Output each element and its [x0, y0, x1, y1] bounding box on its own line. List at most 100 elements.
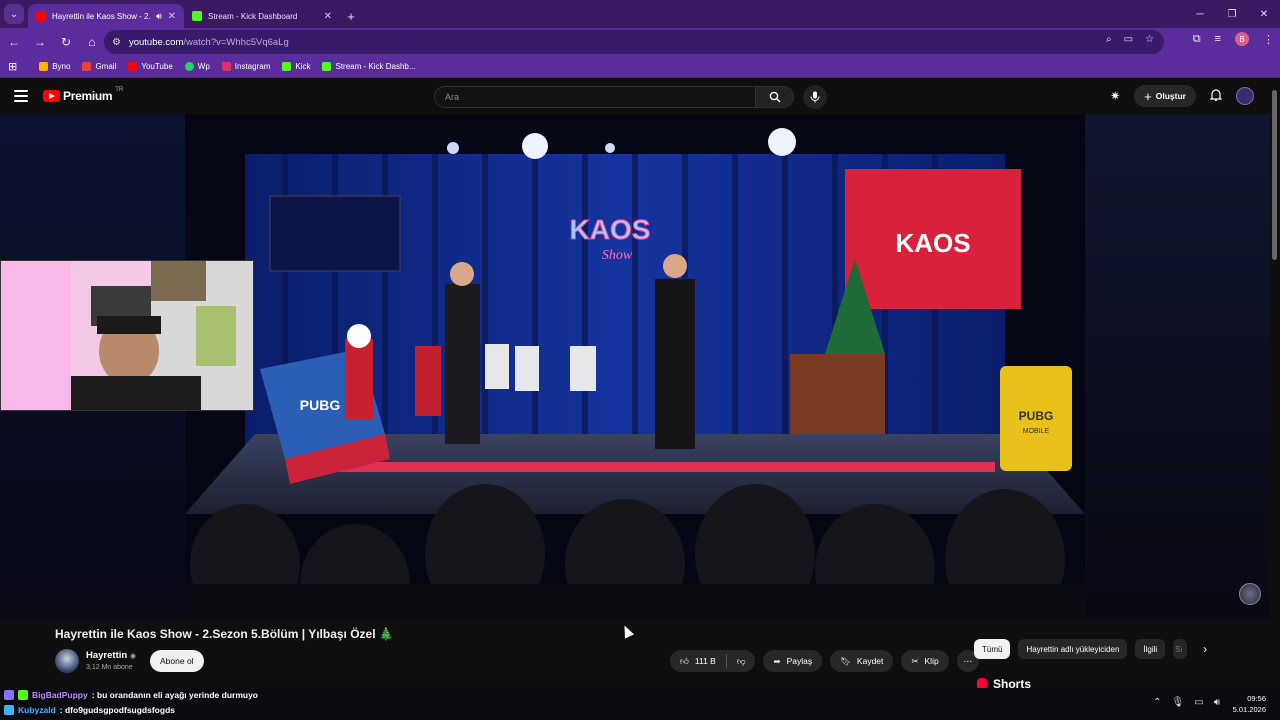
browser-toolbar: ← → ↻ ⌂ ⚙ youtube.com/watch?v=Whhc5Vq6aL…	[0, 28, 1280, 56]
browser-tab-bar: ⌄ Hayrettin ile Kaos Show - 2. 🔊︎ ✕ Stre…	[0, 0, 1280, 28]
forward-icon[interactable]: →	[28, 30, 52, 54]
bookmark-youtube[interactable]: YouTube	[128, 62, 173, 71]
channel-name-text: Hayrettin	[86, 650, 128, 661]
chip-all[interactable]: Tümü	[974, 639, 1011, 659]
chip-from-uploader[interactable]: Hayrettin adlı yükleyiciden	[1018, 639, 1128, 659]
close-tab-icon[interactable]: ✕	[168, 11, 176, 22]
url-path: /watch?v=Whhc5Vq6aLg	[183, 36, 289, 48]
minimize-icon[interactable]: ─	[1184, 0, 1216, 28]
bookmark-byno[interactable]: Byno	[39, 62, 70, 71]
clip-button[interactable]: ✂ Klip	[901, 650, 949, 672]
share-label: Paylaş	[786, 656, 813, 666]
tab-title: Stream - Kick Dashboard	[208, 11, 298, 21]
chip-truncated[interactable]: Sı	[1173, 639, 1188, 659]
bookmark-label: Instagram	[234, 62, 271, 71]
bookmark-wp[interactable]: Wp	[184, 62, 210, 71]
chat-message: BigBadPuppy : bu orandanın eli ayağı yer…	[4, 690, 258, 700]
site-info-icon[interactable]: ⚙	[112, 37, 121, 48]
chat-badge-icon	[18, 690, 28, 700]
pubg-barrel-text: PUBG	[1019, 409, 1054, 423]
sparkle-icon[interactable]: ✷	[1110, 89, 1120, 103]
window-controls: ─ ❐ ✕	[1184, 0, 1280, 28]
whatsapp-icon	[184, 62, 194, 71]
related-filter-chips: Tümü Hayrettin adlı yükleyiciden İlgili …	[974, 639, 1207, 659]
kaos-board-sign: KAOS	[895, 228, 970, 258]
account-avatar[interactable]	[1236, 87, 1254, 105]
scrollbar-thumb[interactable]	[1272, 90, 1277, 260]
profile-avatar[interactable]: B	[1235, 32, 1249, 46]
save-button[interactable]: 🔖︎ Kaydet	[830, 650, 894, 672]
address-bar[interactable]: ⚙ youtube.com/watch?v=Whhc5Vq6aLg ⌕ ▭ ☆	[104, 30, 1164, 54]
home-icon[interactable]: ⌂	[80, 30, 104, 54]
bookmark-label: Byno	[52, 62, 71, 71]
volume-icon[interactable]: 🔊︎	[1214, 697, 1220, 708]
back-icon[interactable]: ←	[2, 30, 26, 54]
channel-watermark-icon[interactable]	[1239, 583, 1261, 605]
close-window-icon[interactable]: ✕	[1248, 0, 1280, 28]
kaos-neon-sign: KAOS	[570, 214, 651, 245]
search-icon[interactable]	[756, 86, 794, 108]
bookmark-star-icon[interactable]: ☆	[1145, 34, 1154, 45]
cast-icon[interactable]: ▭	[1124, 34, 1133, 45]
media-controls-icon[interactable]: ≡	[1215, 33, 1221, 45]
microphone-icon[interactable]	[803, 85, 827, 109]
channel-name[interactable]: Hayrettin ◉	[86, 650, 136, 661]
bookmark-kick-dashboard[interactable]: Stream - Kick Dashb...	[322, 62, 416, 71]
bookmark-label: Wp	[197, 62, 210, 71]
webcam-overlay	[0, 260, 254, 411]
like-count: 111 B	[694, 656, 716, 666]
header-actions: ✷ + Oluştur	[1110, 85, 1254, 107]
chat-badge-icon	[4, 705, 14, 715]
like-button[interactable]: 👍︎ 111 B	[670, 650, 726, 672]
os-taskbar: ⌃ 🎙︎ ▭ 🔊︎ 09:56 5.01.2026	[330, 688, 1280, 720]
page-scrollbar[interactable]	[1270, 80, 1280, 720]
more-horizontal-icon: ⋯	[963, 655, 972, 666]
video-player-area[interactable]: KAOS Show KAOS PUBG PUBG MOBILE	[0, 114, 1280, 620]
scissors-icon: ✂	[911, 655, 919, 666]
bookmark-kick[interactable]: Kick	[282, 62, 310, 71]
thumbs-up-icon: 👍︎	[680, 655, 689, 666]
bookmark-gmail[interactable]: Gmail	[82, 62, 116, 71]
channel-avatar[interactable]	[55, 649, 79, 673]
system-clock[interactable]: 09:56 5.01.2026	[1233, 693, 1266, 715]
video-title: Hayrettin ile Kaos Show - 2.Sezon 5.Bölü…	[55, 627, 394, 641]
dislike-button[interactable]: 👎︎	[727, 650, 756, 672]
subscribe-button[interactable]: Abone ol	[150, 650, 204, 672]
microphone-tray-icon[interactable]: 🎙︎	[1172, 697, 1185, 708]
url-host: youtube.com	[128, 36, 184, 48]
kick-favicon-icon	[192, 11, 202, 21]
chevron-right-icon[interactable]: ›	[1203, 642, 1207, 656]
chevron-up-icon[interactable]: ⌃	[1153, 697, 1161, 708]
share-icon: ➦	[773, 655, 781, 666]
tab-search-chevron-icon[interactable]: ⌄	[4, 4, 24, 24]
search-input[interactable]: Ara	[434, 86, 756, 108]
clock-date: 5.01.2026	[1232, 705, 1266, 714]
menu-icon[interactable]	[14, 90, 28, 102]
bookmark-label: YouTube	[141, 62, 173, 71]
restore-icon[interactable]: ❐	[1216, 0, 1248, 28]
save-label: Kaydet	[856, 656, 884, 666]
reload-icon[interactable]: ↻	[54, 30, 78, 54]
close-tab-icon[interactable]: ✕	[324, 11, 332, 22]
kick-icon	[282, 62, 292, 71]
tab-kick-dashboard[interactable]: Stream - Kick Dashboard ✕	[184, 4, 340, 28]
zoom-icon[interactable]: ⌕	[1106, 34, 1112, 45]
chip-related[interactable]: İlgili	[1135, 639, 1166, 659]
apps-grid-icon[interactable]: ⊞	[8, 60, 17, 73]
pubg-barrel-sub: MOBILE	[1023, 428, 1050, 435]
youtube-logo[interactable]: Premium TR	[43, 87, 123, 103]
new-tab-icon[interactable]: +	[340, 4, 362, 28]
video-frame[interactable]: KAOS Show KAOS PUBG PUBG MOBILE	[185, 114, 1085, 620]
extensions-icon[interactable]: ⧉	[1193, 33, 1201, 46]
speaker-icon[interactable]: 🔊︎	[156, 11, 162, 22]
monitor-icon[interactable]: ▭	[1194, 697, 1203, 708]
thumbs-down-icon: 👎︎	[736, 655, 746, 666]
create-button[interactable]: + Oluştur	[1134, 85, 1196, 107]
more-menu-icon[interactable]: ⋮	[1263, 33, 1274, 46]
mouse-cursor	[619, 623, 635, 639]
clip-label: Klip	[924, 656, 939, 666]
bell-icon[interactable]	[1209, 88, 1223, 104]
bookmark-instagram[interactable]: Instagram	[221, 62, 271, 71]
share-button[interactable]: ➦ Paylaş	[763, 650, 823, 672]
tab-youtube[interactable]: Hayrettin ile Kaos Show - 2. 🔊︎ ✕	[28, 4, 184, 28]
